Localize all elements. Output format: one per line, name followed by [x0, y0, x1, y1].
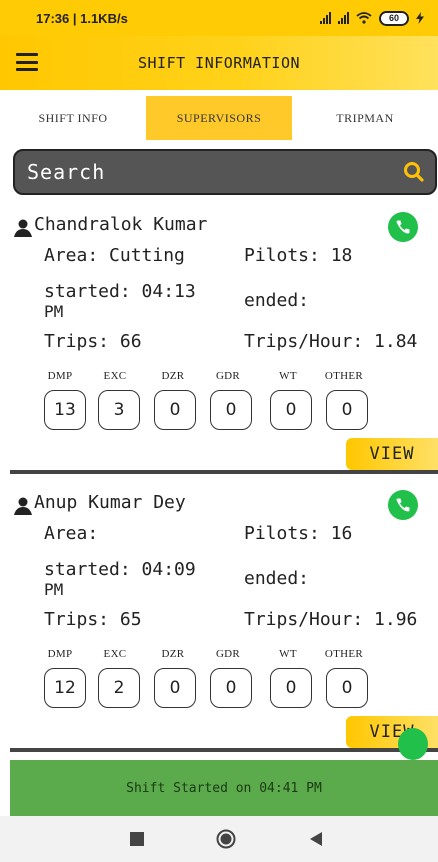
category-label: EXC	[103, 370, 127, 382]
tab-supervisors[interactable]: SUPERVISORS	[146, 96, 292, 140]
count-box: 0	[154, 668, 196, 708]
count-box: 2	[98, 668, 140, 708]
category-label: OTHER	[324, 648, 364, 660]
supervisor-name: Chandralok Kumar	[34, 214, 208, 235]
started-text: started: 04:09	[44, 559, 196, 580]
ended-text: ended:	[244, 290, 310, 311]
pilots-text: Pilots: 16	[244, 523, 353, 544]
supervisor-name: Anup Kumar Dey	[34, 492, 186, 513]
battery-icon: 60	[379, 10, 409, 26]
supervisor-card: Chandralok Kumar Area: Cutting Pilots: 1…	[10, 200, 438, 474]
category-label: WT	[279, 648, 297, 660]
view-button[interactable]: VIEW	[346, 438, 438, 470]
category-label: DMP	[47, 370, 73, 382]
back-icon[interactable]	[310, 832, 322, 846]
charging-icon	[416, 12, 424, 24]
started-text: started: 04:13	[44, 281, 196, 302]
tab-bar: SHIFT INFO SUPERVISORS TRIPMAN	[0, 96, 438, 140]
count-box: 0	[210, 390, 252, 430]
count-box: 0	[270, 390, 312, 430]
category-label: DMP	[47, 648, 73, 660]
category-label: DZR	[161, 648, 185, 660]
tab-tripman[interactable]: TRIPMAN	[292, 96, 438, 140]
status-bar: 17:36 | 1.1KB/s 60	[0, 0, 438, 36]
count-box: 0	[270, 668, 312, 708]
call-button[interactable]	[388, 212, 418, 242]
category-label: WT	[279, 370, 297, 382]
count-box: 0	[326, 668, 368, 708]
signal-icon	[320, 12, 331, 24]
system-nav-bar	[0, 816, 438, 862]
supervisor-list: Chandralok Kumar Area: Cutting Pilots: 1…	[10, 200, 438, 760]
trips-text: Trips: 66	[44, 331, 142, 352]
area-text: Area: Cutting	[44, 245, 185, 266]
home-icon[interactable]	[216, 829, 236, 849]
person-icon	[14, 497, 32, 515]
phone-icon	[396, 220, 410, 234]
pilots-text: Pilots: 18	[244, 245, 353, 266]
call-button-partial[interactable]	[398, 728, 428, 760]
category-label: GDR	[215, 648, 241, 660]
person-icon	[14, 219, 32, 237]
app-bar: SHIFT INFORMATION	[0, 36, 438, 90]
search-icon[interactable]	[401, 159, 427, 185]
status-time-speed: 17:36 | 1.1KB/s	[36, 10, 128, 26]
category-label: EXC	[103, 648, 127, 660]
started-suffix: PM	[44, 580, 64, 599]
count-box: 12	[44, 668, 86, 708]
call-button[interactable]	[388, 490, 418, 520]
category-label: DZR	[161, 370, 185, 382]
category-label: GDR	[215, 370, 241, 382]
menu-icon[interactable]	[16, 53, 38, 71]
recents-icon[interactable]	[130, 832, 144, 846]
count-box: 3	[98, 390, 140, 430]
trips-hour-text: Trips/Hour: 1.96	[244, 609, 418, 630]
count-box: 13	[44, 390, 86, 430]
count-box: 0	[154, 390, 196, 430]
count-box: 0	[210, 668, 252, 708]
trips-hour-text: Trips/Hour: 1.84	[244, 331, 418, 352]
area-text: Area:	[44, 523, 99, 544]
started-suffix: PM	[44, 302, 64, 321]
phone-icon	[396, 498, 410, 512]
supervisor-card: Anup Kumar Dey Area: Pilots: 16 started:…	[10, 478, 438, 752]
trips-text: Trips: 65	[44, 609, 142, 630]
ended-text: ended:	[244, 568, 310, 589]
search-input[interactable]	[27, 160, 401, 184]
search-bar	[13, 149, 437, 195]
signal-icon	[338, 12, 349, 24]
wifi-icon	[356, 12, 372, 24]
page-title: SHIFT INFORMATION	[137, 54, 301, 72]
category-label: OTHER	[324, 370, 364, 382]
tab-shift-info[interactable]: SHIFT INFO	[0, 96, 146, 140]
shift-banner: Shift Started on 04:41 PM	[10, 760, 438, 816]
count-box: 0	[326, 390, 368, 430]
